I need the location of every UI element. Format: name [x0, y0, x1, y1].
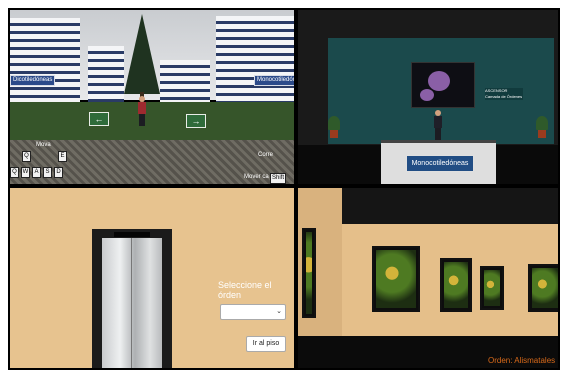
- move-label: Mova: [36, 142, 51, 148]
- campus-view[interactable]: Dicotiledóneas Monocotiledóneas ← → Mova…: [10, 10, 294, 184]
- elevator-door: [102, 238, 162, 368]
- flower: [420, 89, 434, 101]
- building-center: [88, 46, 124, 104]
- key-q2[interactable]: Q: [10, 167, 19, 178]
- gallery-view[interactable]: Orden: Alismatales: [298, 188, 558, 368]
- player-avatar: [138, 96, 146, 126]
- shift-key[interactable]: Shift: [270, 173, 286, 184]
- reception-desk: Monocotiledóneas: [381, 140, 496, 184]
- move-camera-label: Mover ca: [244, 174, 269, 180]
- app-frame: Dicotiledóneas Monocotiledóneas ← → Mova…: [8, 8, 560, 370]
- plant-left: [328, 116, 340, 140]
- key-e[interactable]: E: [58, 151, 67, 162]
- artwork-3[interactable]: [480, 266, 504, 310]
- elevator-view[interactable]: Seleccione el órden ⌄ Ir al piso: [10, 188, 294, 368]
- building-left: [10, 18, 80, 104]
- arrow-left-icon: ←: [89, 112, 109, 126]
- tree: [124, 14, 160, 94]
- run-label: Corre: [258, 152, 274, 158]
- artwork-side[interactable]: [302, 228, 316, 318]
- key-w[interactable]: W: [21, 167, 30, 178]
- key-d[interactable]: D: [54, 167, 63, 178]
- order-prompt: Seleccione el órden: [218, 280, 272, 300]
- orchid-painting: [411, 62, 475, 108]
- elevator-sign-line2: Camada de Órdenes: [485, 94, 523, 99]
- lawn: [10, 102, 294, 142]
- reception-view[interactable]: ASCENSOR Camada de Órdenes Monocotiledón…: [298, 10, 558, 184]
- order-select[interactable]: ⌄: [220, 304, 286, 320]
- artwork-1[interactable]: [372, 246, 420, 312]
- elevator-display: [114, 232, 150, 237]
- flower: [428, 71, 450, 91]
- artwork-4[interactable]: [528, 264, 558, 312]
- receptionist-avatar: [434, 110, 442, 140]
- building-mid: [160, 60, 210, 104]
- key-q[interactable]: Q: [22, 151, 31, 162]
- artwork-2[interactable]: [440, 258, 472, 312]
- sign-dicotiledoneas: Dicotiledóneas: [10, 75, 56, 86]
- key-s[interactable]: S: [43, 167, 52, 178]
- key-a[interactable]: A: [32, 167, 41, 178]
- arrow-right-icon: →: [186, 114, 206, 128]
- chevron-down-icon: ⌄: [276, 308, 282, 315]
- plant-right: [536, 116, 548, 140]
- elevator-direction-sign: ASCENSOR Camada de Órdenes: [485, 88, 523, 100]
- building-right: [216, 16, 294, 104]
- order-caption: Orden: Alismatales: [488, 356, 556, 365]
- sign-monocotiledoneas: Monocotiledóneas: [254, 75, 294, 86]
- desk-label: Monocotiledóneas: [406, 155, 474, 172]
- go-to-floor-button[interactable]: Ir al piso: [246, 336, 286, 352]
- elevator-door-seam: [131, 238, 132, 368]
